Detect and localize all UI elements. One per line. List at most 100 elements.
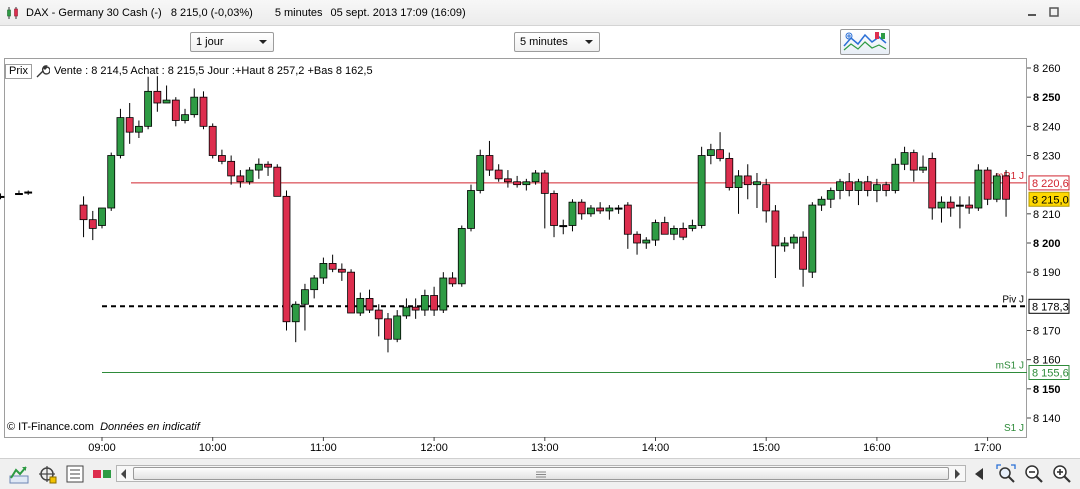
candle[interactable] (273, 164, 282, 197)
candle[interactable] (974, 164, 983, 211)
candle[interactable] (540, 170, 549, 229)
candle[interactable] (992, 173, 1001, 203)
candle[interactable] (789, 234, 798, 249)
candle[interactable] (956, 196, 964, 229)
candle[interactable] (614, 205, 623, 214)
candle[interactable] (660, 216, 669, 235)
candle[interactable] (125, 103, 134, 144)
candle[interactable] (190, 88, 199, 118)
time-scrollbar[interactable] (116, 465, 966, 482)
candle[interactable] (771, 205, 780, 278)
candle[interactable] (559, 219, 568, 235)
zoom-out-icon[interactable] (1024, 464, 1044, 484)
candle[interactable] (208, 123, 217, 159)
candle[interactable] (291, 301, 300, 343)
candle[interactable] (494, 164, 503, 182)
candle[interactable] (734, 170, 743, 214)
candle[interactable] (144, 76, 153, 130)
candle[interactable] (15, 190, 23, 196)
candle[interactable] (171, 97, 180, 127)
candle[interactable] (762, 178, 771, 223)
candle[interactable] (264, 161, 272, 176)
candle[interactable] (88, 210, 97, 241)
candle[interactable] (882, 181, 891, 197)
candle[interactable] (439, 272, 448, 313)
candle[interactable] (98, 207, 106, 229)
scrollbar-thumb[interactable] (133, 467, 949, 480)
candle[interactable] (550, 190, 558, 238)
candle[interactable] (928, 152, 937, 220)
candle[interactable] (107, 152, 116, 211)
candle[interactable] (347, 269, 355, 314)
zoom-fit-icon[interactable] (996, 464, 1016, 484)
candle[interactable] (448, 272, 457, 287)
candle[interactable] (374, 304, 383, 337)
candle[interactable] (706, 143, 715, 165)
candle[interactable] (24, 190, 33, 195)
candle[interactable] (310, 275, 319, 299)
candle[interactable] (134, 120, 143, 139)
candle[interactable] (983, 167, 992, 206)
candle[interactable] (282, 190, 291, 331)
candle[interactable] (236, 170, 245, 188)
candle[interactable] (568, 199, 577, 232)
candle[interactable] (670, 225, 678, 241)
candle[interactable] (965, 196, 974, 214)
candle[interactable] (845, 173, 854, 197)
candle[interactable] (854, 178, 863, 206)
candle[interactable] (919, 155, 927, 174)
candle[interactable] (0, 193, 5, 200)
drawing-tools-icon[interactable] (37, 464, 57, 484)
candle[interactable] (587, 205, 595, 217)
candle[interactable] (356, 292, 365, 316)
candle[interactable] (817, 196, 826, 211)
candle[interactable] (900, 146, 909, 171)
candle[interactable] (753, 173, 761, 208)
candle[interactable] (651, 219, 660, 246)
candle[interactable] (633, 231, 641, 255)
candle[interactable] (319, 257, 328, 284)
candle[interactable] (384, 313, 392, 353)
candle[interactable] (909, 149, 918, 182)
candle[interactable] (227, 155, 236, 185)
scroll-left-icon[interactable] (121, 469, 126, 479)
candle[interactable] (937, 196, 946, 223)
candle[interactable] (457, 225, 466, 287)
candle[interactable] (153, 76, 162, 112)
candle[interactable] (808, 202, 817, 278)
candle[interactable] (393, 310, 402, 343)
candle[interactable] (411, 298, 420, 319)
candle[interactable] (199, 91, 208, 130)
candle[interactable] (522, 178, 531, 191)
candle[interactable] (716, 132, 724, 162)
candle[interactable] (181, 108, 189, 124)
candle[interactable] (826, 187, 835, 208)
candle[interactable] (596, 202, 605, 214)
candle[interactable] (485, 140, 494, 176)
candle[interactable] (1002, 170, 1010, 217)
candle[interactable] (891, 158, 900, 194)
candle[interactable] (245, 167, 254, 185)
candle[interactable] (725, 152, 734, 191)
pan-left-icon[interactable] (970, 464, 990, 484)
candle[interactable] (476, 149, 485, 194)
candle[interactable] (420, 289, 429, 316)
candle[interactable] (337, 263, 346, 281)
candle[interactable] (642, 237, 651, 249)
candle[interactable] (503, 170, 512, 188)
candle[interactable] (946, 196, 955, 217)
candle[interactable] (780, 237, 789, 252)
wrench-icon[interactable] (34, 64, 50, 79)
trading-icon[interactable] (65, 464, 85, 484)
candle[interactable] (254, 158, 263, 179)
candle[interactable] (688, 219, 697, 232)
candle[interactable] (218, 149, 226, 165)
candle[interactable] (623, 202, 632, 249)
candle[interactable] (467, 184, 475, 232)
candle[interactable] (430, 286, 439, 316)
candle[interactable] (743, 164, 752, 200)
candle[interactable] (162, 85, 171, 104)
candle[interactable] (836, 178, 844, 200)
candle[interactable] (577, 199, 586, 220)
candle[interactable] (79, 196, 88, 238)
